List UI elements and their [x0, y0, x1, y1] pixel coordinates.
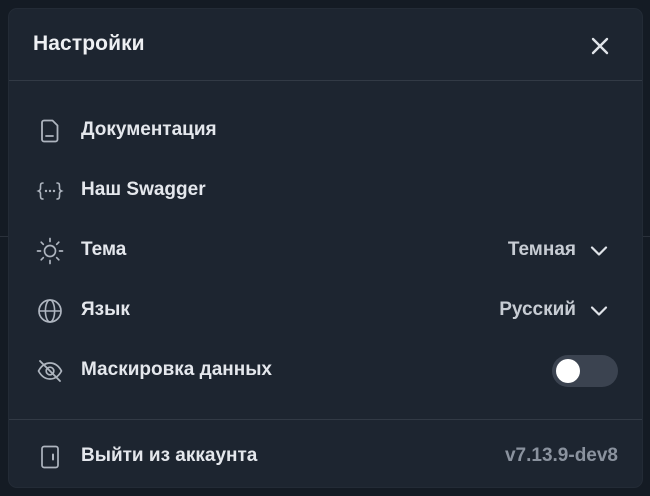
modal-header: Настройки: [9, 9, 642, 81]
menu-item-language[interactable]: Язык Русский: [9, 285, 642, 337]
sun-icon: [36, 237, 64, 265]
menu-item-swagger[interactable]: Наш Swagger: [9, 165, 642, 217]
document-icon: [36, 117, 64, 145]
toggle-knob: [556, 359, 580, 383]
documentation-label: Документация: [81, 119, 217, 140]
logout-label: Выйти из аккаунта: [81, 445, 258, 466]
logout-item[interactable]: Выйти из аккаунта v7.13.9-dev8: [9, 431, 642, 483]
eye-off-icon: [36, 357, 64, 385]
menu-item-theme[interactable]: Тема Темная: [9, 225, 642, 277]
settings-modal: Настройки Документация Наш Swagger Тема …: [9, 9, 642, 487]
globe-icon: [36, 297, 64, 325]
theme-label: Тема: [81, 239, 127, 260]
modal-title: Настройки: [33, 32, 145, 55]
app-version: v7.13.9-dev8: [504, 445, 618, 466]
theme-select-value[interactable]: Темная: [508, 239, 576, 261]
data-masking-toggle[interactable]: [552, 355, 618, 387]
swagger-label: Наш Swagger: [81, 179, 206, 200]
language-select-value[interactable]: Русский: [499, 299, 576, 321]
menu-item-data-masking: Маскировка данных: [9, 345, 642, 397]
footer-divider: [9, 419, 642, 420]
language-label: Язык: [81, 299, 130, 320]
door-exit-icon: [36, 443, 64, 471]
chevron-down-icon[interactable]: [589, 241, 609, 261]
close-icon: [591, 37, 609, 55]
close-button[interactable]: [587, 33, 613, 59]
chevron-down-icon[interactable]: [589, 301, 609, 321]
code-braces-icon: [36, 177, 64, 205]
data-masking-label: Маскировка данных: [81, 359, 273, 380]
menu-item-documentation[interactable]: Документация: [9, 105, 642, 157]
